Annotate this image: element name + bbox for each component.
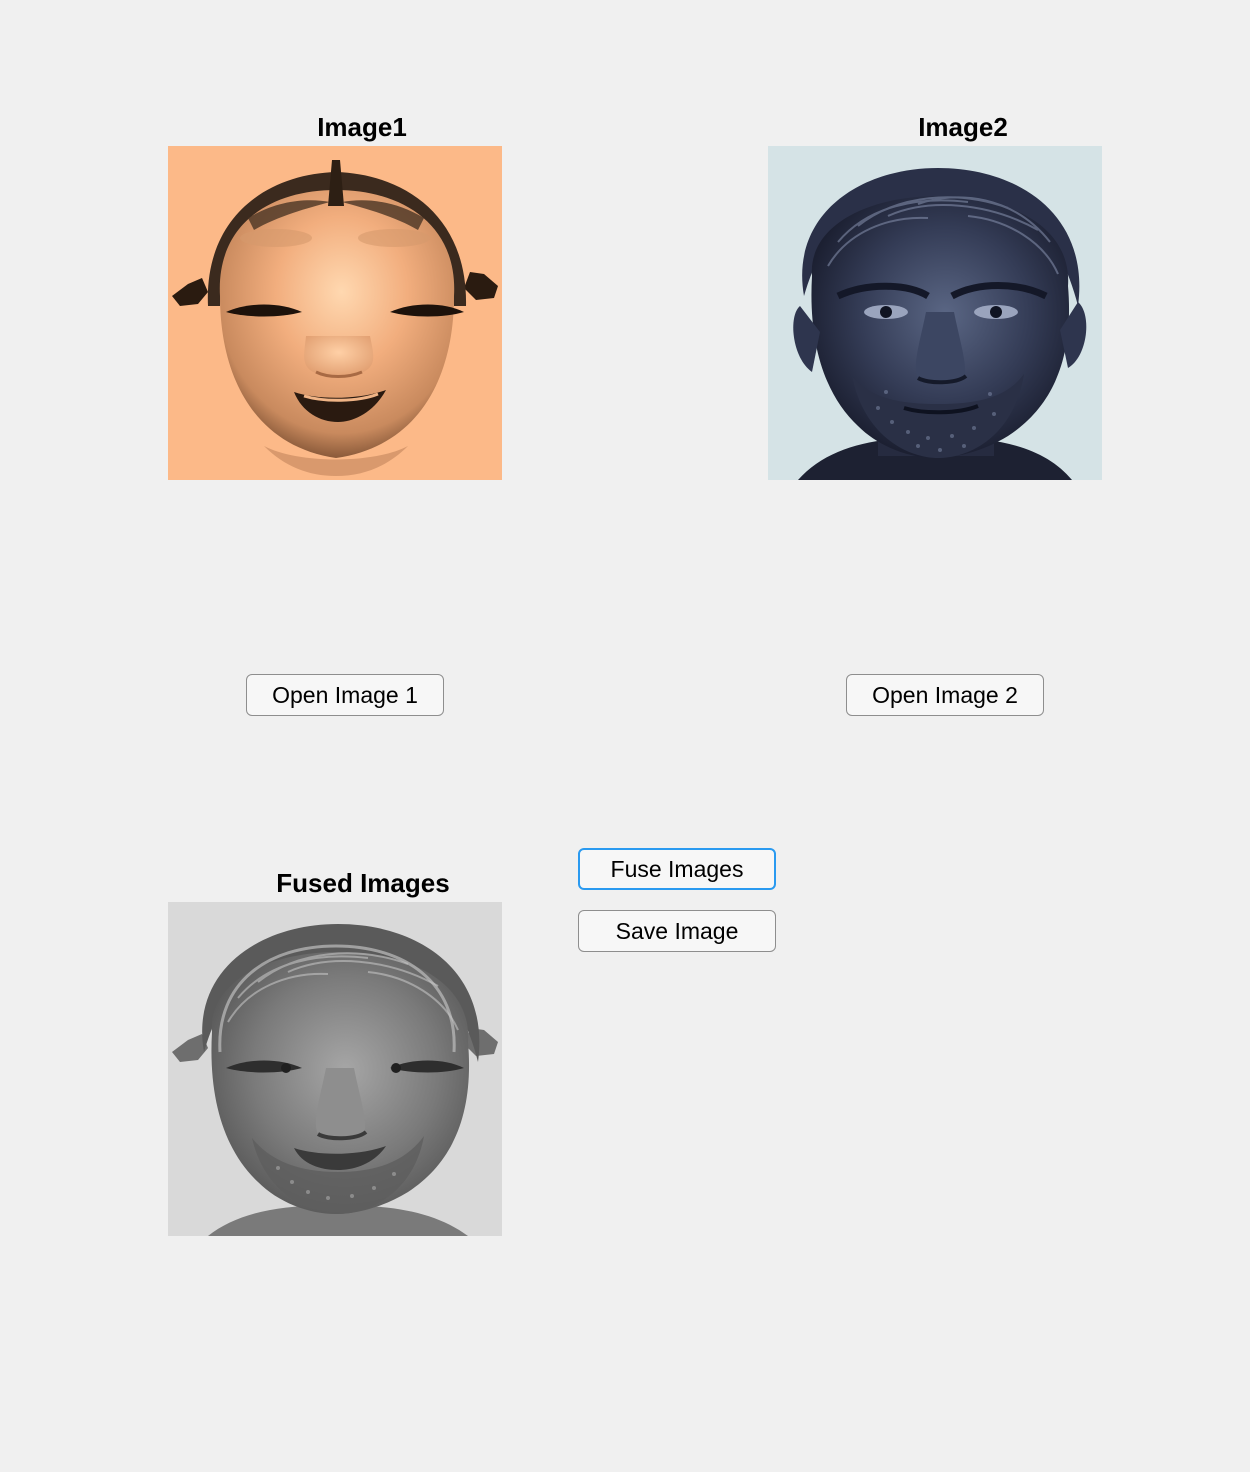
bust-image — [768, 146, 1102, 480]
image1-title: Image1 — [317, 112, 407, 142]
mask-image — [168, 146, 502, 480]
open-image1-button[interactable]: Open Image 1 — [246, 674, 444, 716]
fused-title: Fused Images — [276, 868, 450, 898]
save-image-button[interactable]: Save Image — [578, 910, 776, 952]
image1-axes — [168, 146, 502, 480]
fuse-images-button[interactable]: Fuse Images — [578, 848, 776, 890]
fused-axes — [168, 902, 502, 1236]
open-image2-button[interactable]: Open Image 2 — [846, 674, 1044, 716]
image2-axes — [768, 146, 1102, 480]
fused-image — [168, 902, 502, 1236]
image2-title: Image2 — [918, 112, 1008, 142]
